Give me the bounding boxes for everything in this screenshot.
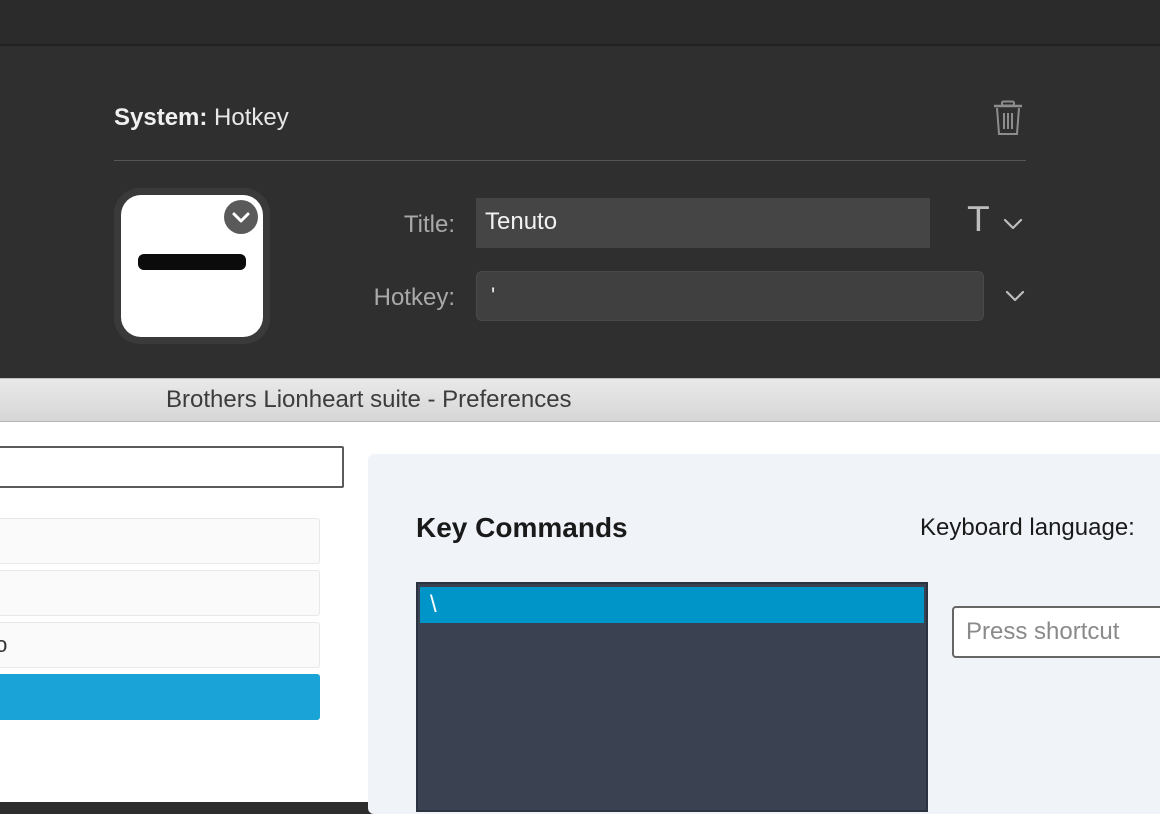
icon-options-badge[interactable] [224, 200, 258, 234]
title-bar [0, 0, 1160, 46]
key-command-row-selected[interactable]: \ [420, 587, 924, 623]
list-item[interactable]: to [0, 622, 320, 668]
tenuto-icon [138, 254, 246, 270]
action-name: Hotkey [214, 104, 289, 131]
search-input[interactable] [0, 446, 344, 488]
hotkey-input[interactable]: ' [476, 271, 984, 321]
hotkey-label: Hotkey: [373, 284, 455, 311]
chevron-down-icon[interactable] [1002, 212, 1024, 234]
key-commands-heading: Key Commands [416, 512, 628, 543]
list-item[interactable] [0, 570, 320, 616]
system-label: System: [114, 104, 208, 131]
list-item-selected[interactable] [0, 674, 320, 720]
action-heading: System: Hotkey [114, 104, 289, 132]
shortcut-input[interactable] [952, 606, 1160, 658]
text-format-icon[interactable]: T [968, 200, 989, 240]
window-title: Brothers Lionheart suite - Preferences [166, 386, 572, 413]
title-input[interactable]: Tenuto [476, 198, 930, 248]
trash-icon[interactable] [992, 100, 1024, 136]
list-item-label: to [0, 632, 7, 657]
header-divider [114, 160, 1026, 161]
chevron-down-icon[interactable] [1004, 284, 1026, 306]
keyboard-language-label: Keyboard language: [920, 514, 1135, 541]
chevron-down-icon [232, 212, 250, 223]
list-item[interactable] [0, 518, 320, 564]
title-label: Title: [403, 211, 455, 238]
